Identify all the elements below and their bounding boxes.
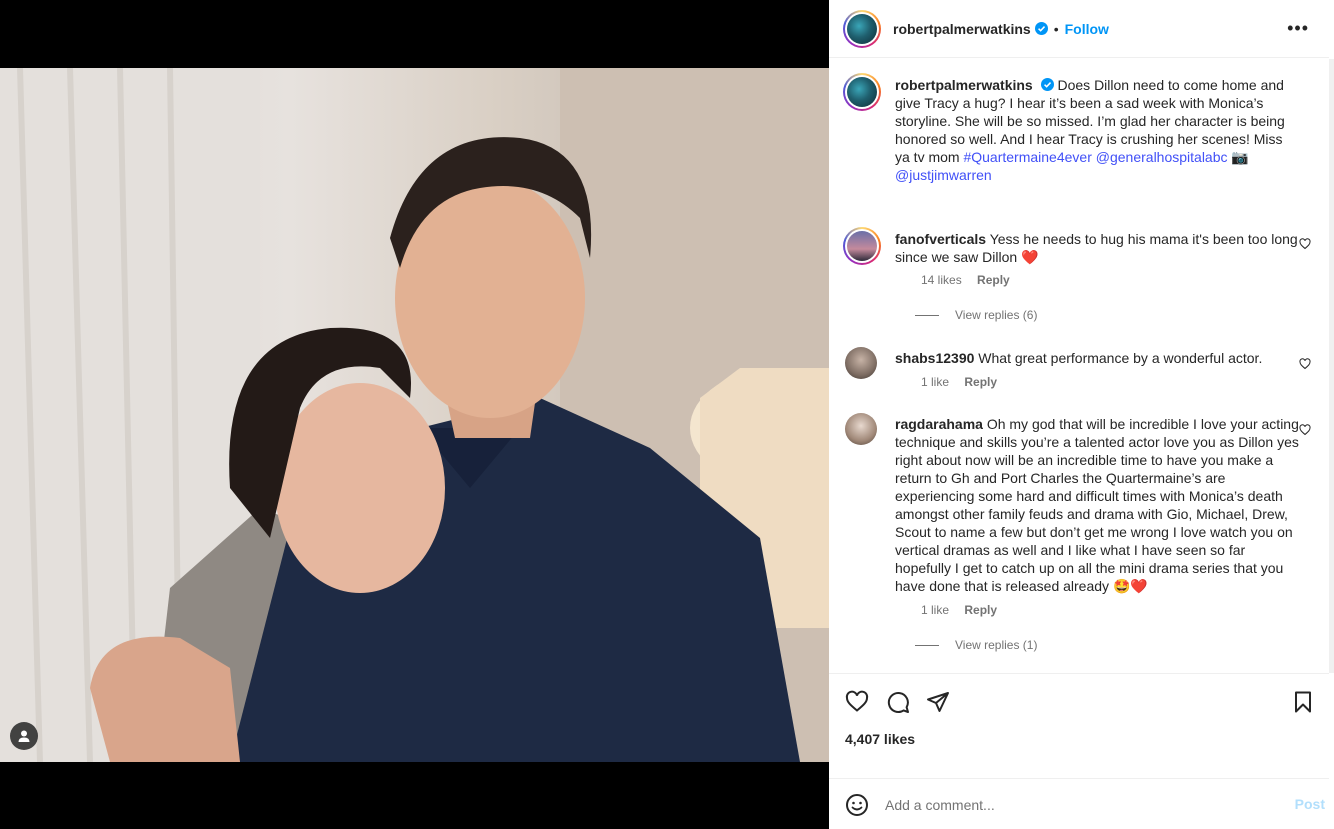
commenter-avatar[interactable] <box>845 347 877 379</box>
reply-button[interactable]: Reply <box>977 273 1010 287</box>
comment-text: fanofverticals Yess he needs to hug his … <box>895 230 1299 266</box>
comment-text: ragdarahama Oh my god that will be incre… <box>895 415 1299 595</box>
commenter-avatar[interactable] <box>843 227 881 265</box>
reply-button[interactable]: Reply <box>964 375 997 389</box>
comment-body: Oh my god that will be incredible I love… <box>895 416 1299 594</box>
view-replies-button[interactable]: View replies (1) <box>915 638 1037 652</box>
like-comment-heart-icon[interactable] <box>1299 424 1311 436</box>
camera-emoji: 📷 <box>1231 149 1249 165</box>
comment-likes[interactable]: 1 like <box>921 375 949 389</box>
comments-scroll-area[interactable]: robertpalmerwatkins Does Dillon need to … <box>829 59 1329 673</box>
post-actions: 4,407 likes <box>829 673 1329 778</box>
comment-emoji: 🤩❤️ <box>1112 578 1148 594</box>
comment-likes[interactable]: 1 like <box>921 603 949 617</box>
comment-icon[interactable] <box>886 690 910 714</box>
reply-button[interactable]: Reply <box>964 603 997 617</box>
comments-scrollbar[interactable] <box>1329 59 1334 673</box>
more-options-icon[interactable]: ••• <box>1287 18 1309 39</box>
follow-button[interactable]: Follow <box>1065 21 1109 37</box>
caption-text: robertpalmerwatkins Does Dillon need to … <box>895 76 1299 184</box>
view-replies-label: View replies (1) <box>955 638 1038 652</box>
verified-badge-icon <box>1034 22 1048 35</box>
author-username[interactable]: robertpalmerwatkins <box>893 21 1031 37</box>
comment-meta: 14 likes Reply <box>921 273 1022 287</box>
comment-username[interactable]: ragdarahama <box>895 416 983 432</box>
caption-hashtag[interactable]: #Quartermaine4ever <box>963 149 1091 165</box>
post-photo[interactable] <box>0 68 829 762</box>
comment-meta: 1 like Reply <box>921 375 1009 389</box>
comment-username[interactable]: shabs12390 <box>895 350 974 366</box>
add-comment-bar: Post <box>829 778 1329 829</box>
comment-username[interactable]: fanofverticals <box>895 231 986 247</box>
view-replies-button[interactable]: View replies (6) <box>915 308 1037 322</box>
like-comment-heart-icon[interactable] <box>1299 358 1311 370</box>
likes-count[interactable]: 4,407 likes <box>845 731 915 747</box>
photo-illustration <box>0 68 829 762</box>
bookmark-icon[interactable] <box>1291 690 1315 714</box>
comment-body: What great performance by a wonderful ac… <box>978 350 1263 366</box>
comment-likes[interactable]: 14 likes <box>921 273 962 287</box>
caption-avatar[interactable] <box>843 73 881 111</box>
post-media <box>0 0 829 829</box>
caption-mention-generalhospital[interactable]: @generalhospitalabc <box>1096 149 1228 165</box>
heart-icon[interactable] <box>845 690 869 714</box>
tag-people-button[interactable] <box>10 722 38 750</box>
author-avatar[interactable] <box>843 9 881 48</box>
comment-emoji: ❤️ <box>1021 249 1039 265</box>
comment-input[interactable] <box>885 793 1265 817</box>
emoji-icon[interactable] <box>845 793 869 817</box>
post-comment-button[interactable]: Post <box>1295 796 1325 812</box>
like-comment-heart-icon[interactable] <box>1299 238 1311 250</box>
caption-mention-justjimwarren[interactable]: @justjimwarren <box>895 167 992 183</box>
post-details-panel: robertpalmerwatkins • Follow ••• robertp… <box>829 0 1334 829</box>
caption-username[interactable]: robertpalmerwatkins <box>895 77 1033 93</box>
verified-badge-icon <box>1040 78 1054 91</box>
share-icon[interactable] <box>926 690 950 714</box>
header-separator: • <box>1053 20 1059 37</box>
person-tag-icon <box>18 730 30 742</box>
comment-meta: 1 like Reply <box>921 603 1009 617</box>
post-header: robertpalmerwatkins • Follow ••• <box>829 0 1329 58</box>
comment-text: shabs12390 What great performance by a w… <box>895 349 1299 367</box>
view-replies-label: View replies (6) <box>955 308 1038 322</box>
commenter-avatar[interactable] <box>845 413 877 445</box>
